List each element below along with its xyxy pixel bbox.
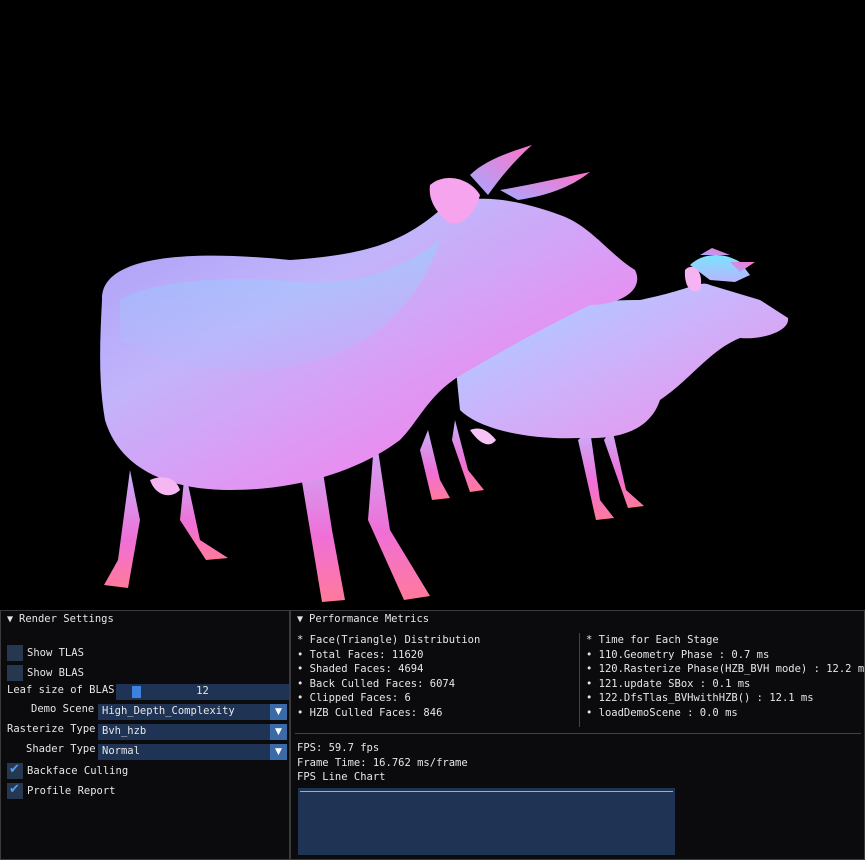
- leaf-size-value: 12: [196, 685, 209, 697]
- list-item: • loadDemoScene : 0.0 ms: [586, 706, 738, 719]
- dropdown-arrow-icon[interactable]: ▼: [270, 744, 287, 760]
- performance-metrics-title: Performance Metrics: [309, 613, 430, 625]
- profile-report-label: Profile Report: [27, 785, 116, 797]
- rasterize-type-dropdown[interactable]: Bvh_hzb ▼: [98, 724, 287, 740]
- checkmark-icon: ✔: [9, 782, 20, 797]
- backface-culling-checkbox[interactable]: ✔: [7, 762, 23, 779]
- section-divider: [295, 733, 861, 734]
- triangle-down-icon: ▼: [297, 614, 304, 625]
- shader-type-label: Shader Type: [26, 743, 96, 755]
- checkmark-icon: ✔: [9, 762, 20, 777]
- fps-readout: FPS: 59.7 fps: [297, 742, 380, 754]
- list-item: • Shaded Faces: 4694: [297, 663, 424, 676]
- leaf-size-slider[interactable]: 12: [116, 684, 289, 700]
- fps-chart-label: FPS Line Chart: [297, 771, 386, 784]
- performance-metrics-header[interactable]: ▼ Performance Metrics: [291, 611, 864, 628]
- demo-scene-label: Demo Scene: [31, 703, 95, 715]
- render-settings-header[interactable]: ▼ Render Settings: [1, 611, 289, 628]
- list-item: • 121.update SBox : 0.1 ms: [586, 677, 751, 690]
- stage-time-heading: * Time for Each Stage: [586, 634, 719, 646]
- show-blas-label: Show BLAS: [27, 667, 84, 679]
- demo-scene-value: High_Depth_Complexity: [102, 705, 235, 717]
- profile-report-checkbox[interactable]: ✔: [7, 782, 23, 799]
- frame-time-readout: Frame Time: 16.762 ms/frame: [297, 756, 468, 769]
- demo-scene-dropdown[interactable]: High_Depth_Complexity ▼: [98, 704, 287, 720]
- show-blas-checkbox[interactable]: [7, 665, 23, 681]
- triangle-down-icon: ▼: [7, 614, 14, 625]
- list-item: • Clipped Faces: 6: [297, 692, 411, 705]
- fps-line-chart: [298, 788, 675, 855]
- dropdown-arrow-icon[interactable]: ▼: [270, 724, 287, 740]
- list-item: • 110.Geometry Phase : 0.7 ms: [586, 648, 770, 661]
- render-settings-panel: ▼ Render Settings Show TLAS Show BLAS Lea…: [0, 610, 290, 860]
- fps-series-line: [300, 791, 673, 792]
- stage-time-list: * Time for Each Stage • 110.Geometry Pha…: [586, 633, 865, 721]
- list-item: • 120.Rasterize Phase(HZB_BVH mode) : 12…: [586, 663, 865, 676]
- list-item: • Back Culled Faces: 6074: [297, 677, 456, 690]
- show-tlas-checkbox[interactable]: [7, 645, 23, 661]
- dropdown-arrow-icon[interactable]: ▼: [270, 704, 287, 720]
- fps-info: FPS: 59.7 fps Frame Time: 16.762 ms/fram…: [297, 741, 468, 785]
- list-item: • HZB Culled Faces: 846: [297, 706, 443, 719]
- rasterize-type-value: Bvh_hzb: [102, 725, 147, 737]
- face-distribution-list: * Face(Triangle) Distribution • Total Fa…: [297, 633, 480, 721]
- list-item: • 122.DfsTlas_BVHwithHZB() : 12.1 ms: [586, 692, 814, 705]
- rasterize-type-label: Rasterize Type: [7, 723, 96, 735]
- list-item: • Total Faces: 11620: [297, 648, 424, 661]
- performance-metrics-panel: ▼ Performance Metrics * Face(Triangle) Di…: [290, 610, 865, 860]
- leaf-size-label: Leaf size of BLAS: [7, 684, 115, 696]
- face-distribution-heading: * Face(Triangle) Distribution: [297, 634, 481, 646]
- render-settings-title: Render Settings: [19, 613, 114, 625]
- cow-scene-render: [100, 145, 789, 602]
- backface-culling-label: Backface Culling: [27, 765, 129, 777]
- column-divider: [579, 633, 580, 727]
- render-viewport[interactable]: [0, 0, 865, 610]
- shader-type-dropdown[interactable]: Normal ▼: [98, 744, 287, 760]
- show-tlas-label: Show TLAS: [27, 647, 84, 659]
- shader-type-value: Normal: [102, 745, 140, 757]
